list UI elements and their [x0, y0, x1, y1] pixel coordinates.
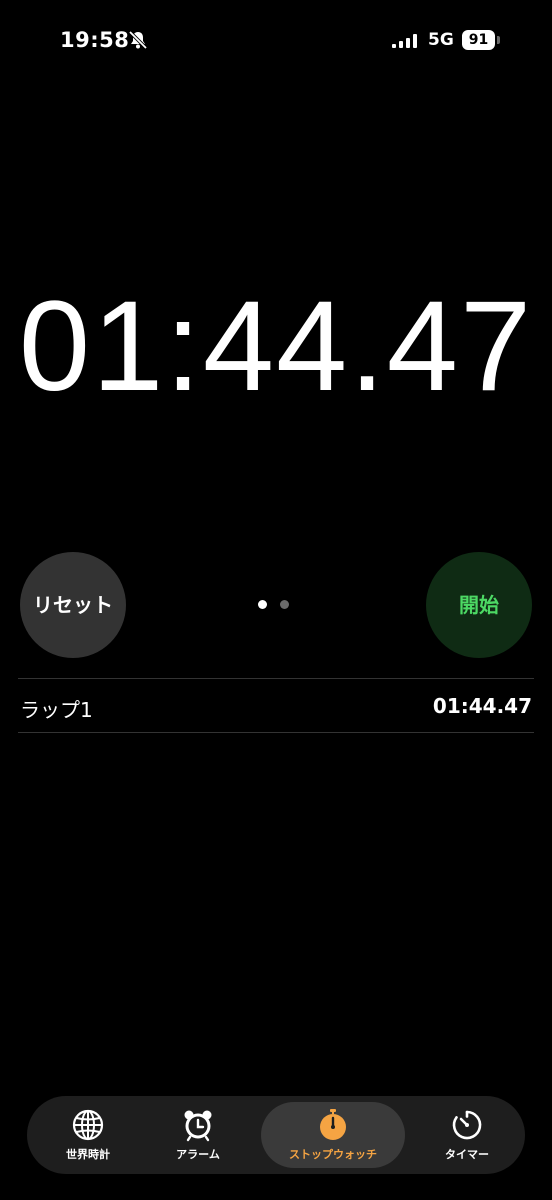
tab-world-clock[interactable]: 世界時計 — [33, 1096, 143, 1174]
tab-timer[interactable]: タイマー — [415, 1096, 519, 1174]
network-type: 5G — [428, 30, 454, 50]
stopwatch-icon — [320, 1109, 346, 1140]
timer-icon — [452, 1110, 482, 1140]
alarm-clock-icon — [184, 1110, 212, 1142]
tab-label: アラーム — [176, 1148, 220, 1161]
page-dot-active — [258, 600, 267, 609]
cellular-signal-icon — [392, 34, 417, 48]
battery-level: 91 — [462, 30, 495, 50]
status-time: 19:58 — [60, 28, 130, 52]
tab-bar: 世界時計 アラーム ストップウォッチ タイマー — [27, 1096, 525, 1174]
tab-label: タイマー — [445, 1148, 489, 1161]
tab-label: ストップウォッチ — [289, 1148, 377, 1161]
divider — [18, 732, 534, 733]
reset-button[interactable]: リセット — [20, 552, 126, 658]
status-bar: 19:58 5G 91 — [0, 26, 552, 56]
tab-alarm[interactable]: アラーム — [143, 1096, 253, 1174]
lap-time: 01:44.47 — [432, 694, 532, 718]
tab-label: 世界時計 — [66, 1148, 110, 1161]
lap-row: ラップ1 01:44.47 — [18, 678, 534, 733]
globe-icon — [72, 1109, 104, 1141]
tab-stopwatch[interactable]: ストップウォッチ — [261, 1096, 405, 1174]
battery-icon: 91 — [462, 30, 502, 50]
battery-tip — [497, 36, 500, 44]
stopwatch-display: 01:44.47 — [18, 275, 534, 418]
bell-slash-icon — [128, 30, 148, 50]
start-button[interactable]: 開始 — [426, 552, 532, 658]
lap-name: ラップ1 — [20, 698, 93, 722]
page-dot — [280, 600, 289, 609]
